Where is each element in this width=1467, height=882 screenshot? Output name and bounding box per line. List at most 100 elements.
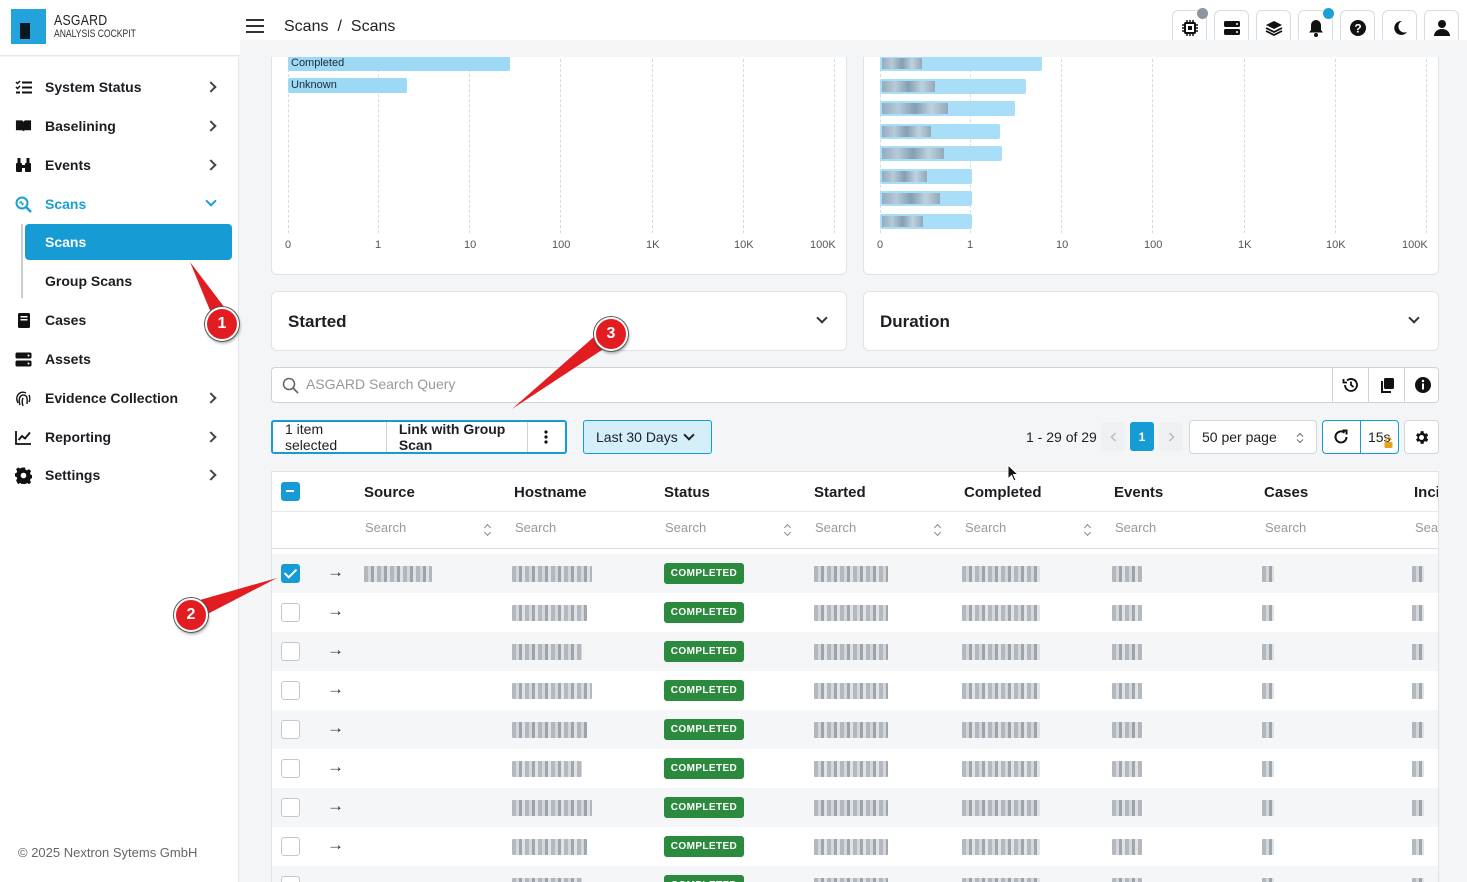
row-checkbox[interactable] <box>281 642 300 661</box>
chart-bar-hostname[interactable] <box>880 146 1002 161</box>
open-row-arrow-icon[interactable]: → <box>327 874 344 882</box>
row-checkbox[interactable] <box>281 759 300 778</box>
sidebar-item-evidence-collection[interactable]: Evidence Collection <box>0 380 238 416</box>
table-row[interactable]: → COMPLETED <box>272 632 1438 671</box>
table-settings-button[interactable] <box>1404 420 1439 454</box>
per-page-select[interactable]: 50 per page <box>1189 420 1317 454</box>
status-badge: COMPLETED <box>664 680 744 701</box>
redacted-label <box>882 125 931 137</box>
binoculars-icon <box>15 157 32 174</box>
chart-bar-completed[interactable]: Completed <box>288 56 510 71</box>
query-info-button[interactable] <box>1404 368 1440 402</box>
chart-bar-hostname[interactable] <box>880 168 972 184</box>
column-header-events[interactable]: Events <box>1114 484 1163 501</box>
next-page-button[interactable] <box>1159 422 1183 451</box>
open-row-arrow-icon[interactable]: → <box>327 757 344 777</box>
filter-cases-input[interactable]: Search <box>1265 520 1306 535</box>
started-panel[interactable]: Started <box>271 291 847 351</box>
date-range-select[interactable]: Last 30 Days <box>583 420 712 454</box>
status-badge: COMPLETED <box>664 797 744 818</box>
column-header-hostname[interactable]: Hostname <box>514 484 587 501</box>
duration-panel[interactable]: Duration <box>863 291 1439 351</box>
redacted-cell <box>1262 878 1274 882</box>
column-header-incidents[interactable]: Inci <box>1414 484 1438 501</box>
status-badge: COMPLETED <box>664 641 744 662</box>
refresh-button[interactable] <box>1323 421 1361 453</box>
table-row[interactable]: → COMPLETED <box>272 749 1438 788</box>
axis-tick: 10K <box>734 239 754 251</box>
open-row-arrow-icon[interactable]: → <box>327 718 344 738</box>
redacted-cell <box>1112 683 1142 699</box>
axis-tick: 100K <box>810 239 836 251</box>
column-header-cases[interactable]: Cases <box>1264 484 1308 501</box>
row-checkbox[interactable] <box>281 681 300 700</box>
sidebar-subitem-group-scans[interactable]: Group Scans <box>25 263 232 299</box>
open-row-arrow-icon[interactable]: → <box>327 640 344 660</box>
open-row-arrow-icon[interactable]: → <box>327 562 344 582</box>
filter-started-input[interactable]: Search <box>815 520 856 535</box>
history-button[interactable] <box>1332 368 1368 402</box>
row-checkbox[interactable] <box>281 603 300 622</box>
refresh-interval-button[interactable]: 15s <box>1361 421 1399 453</box>
chart-bar-hostname[interactable] <box>880 78 1026 94</box>
copy-query-button[interactable] <box>1368 368 1404 402</box>
sidebar-item-reporting[interactable]: Reporting <box>0 419 238 455</box>
filter-incidents-input[interactable]: Search <box>1415 520 1438 535</box>
panel-title: Started <box>288 312 347 331</box>
sort-icon[interactable] <box>484 524 491 536</box>
filter-completed-input[interactable]: Search <box>965 520 1006 535</box>
table-row[interactable]: → COMPLETED <box>272 710 1438 749</box>
chart-bar-hostname[interactable] <box>880 191 972 206</box>
sidebar-item-settings[interactable]: Settings <box>0 457 238 493</box>
more-actions-button[interactable] <box>528 422 565 452</box>
row-checkbox[interactable] <box>281 564 300 583</box>
sidebar-item-events[interactable]: Events <box>0 147 238 183</box>
chart-bar-hostname[interactable] <box>880 56 1042 71</box>
column-header-started[interactable]: Started <box>814 484 866 501</box>
table-row[interactable]: → COMPLETED <box>272 866 1438 882</box>
prev-page-button[interactable] <box>1101 422 1125 451</box>
chart-bar-hostname[interactable] <box>880 123 1000 139</box>
table-row[interactable]: → COMPLETED <box>272 827 1438 866</box>
sort-icon[interactable] <box>934 524 941 536</box>
sort-icon[interactable] <box>1084 524 1091 536</box>
row-checkbox[interactable] <box>281 720 300 739</box>
row-checkbox[interactable] <box>281 798 300 817</box>
status-badge: COMPLETED <box>664 758 744 779</box>
row-checkbox[interactable] <box>281 876 300 882</box>
redacted-cell <box>1112 605 1142 621</box>
sidebar-item-system-status[interactable]: System Status <box>0 69 238 105</box>
filter-source-input[interactable]: Search <box>365 520 406 535</box>
sidebar-subitem-scans[interactable]: Scans <box>25 224 232 260</box>
sort-icon[interactable] <box>784 524 791 536</box>
copy-icon <box>1380 377 1394 393</box>
chart-bar-hostname[interactable] <box>880 213 972 229</box>
table-row[interactable]: → COMPLETED <box>272 671 1438 710</box>
sidebar-item-assets[interactable]: Assets <box>0 341 238 377</box>
sidebar-item-scans[interactable]: Scans <box>0 186 238 222</box>
sidebar-item-cases[interactable]: Cases <box>0 302 238 338</box>
open-row-arrow-icon[interactable]: → <box>327 796 344 816</box>
axis-tick: 100 <box>1144 239 1163 251</box>
column-header-source[interactable]: Source <box>364 484 415 501</box>
sidebar-item-baselining[interactable]: Baselining <box>0 108 238 144</box>
column-header-completed[interactable]: Completed <box>964 484 1042 501</box>
filter-status-input[interactable]: Search <box>665 520 706 535</box>
table-row[interactable]: → COMPLETED <box>272 788 1438 827</box>
chart-bar-hostname[interactable] <box>880 101 1015 116</box>
open-row-arrow-icon[interactable]: → <box>327 679 344 699</box>
link-group-scan-button[interactable]: Link with Group Scan <box>387 421 528 453</box>
row-checkbox[interactable] <box>281 837 300 856</box>
chart-bar-unknown[interactable]: Unknown <box>288 78 407 93</box>
search-input[interactable] <box>306 376 1306 392</box>
page-button-current[interactable]: 1 <box>1130 422 1154 451</box>
table-row[interactable]: → COMPLETED <box>272 554 1438 593</box>
select-all-checkbox[interactable] <box>281 482 300 501</box>
filter-hostname-input[interactable]: Search <box>515 520 556 535</box>
open-row-arrow-icon[interactable]: → <box>327 601 344 621</box>
axis-tick: 0 <box>285 239 292 251</box>
table-row[interactable]: → COMPLETED <box>272 593 1438 632</box>
open-row-arrow-icon[interactable]: → <box>327 835 344 855</box>
filter-events-input[interactable]: Search <box>1115 520 1156 535</box>
column-header-status[interactable]: Status <box>664 484 710 501</box>
